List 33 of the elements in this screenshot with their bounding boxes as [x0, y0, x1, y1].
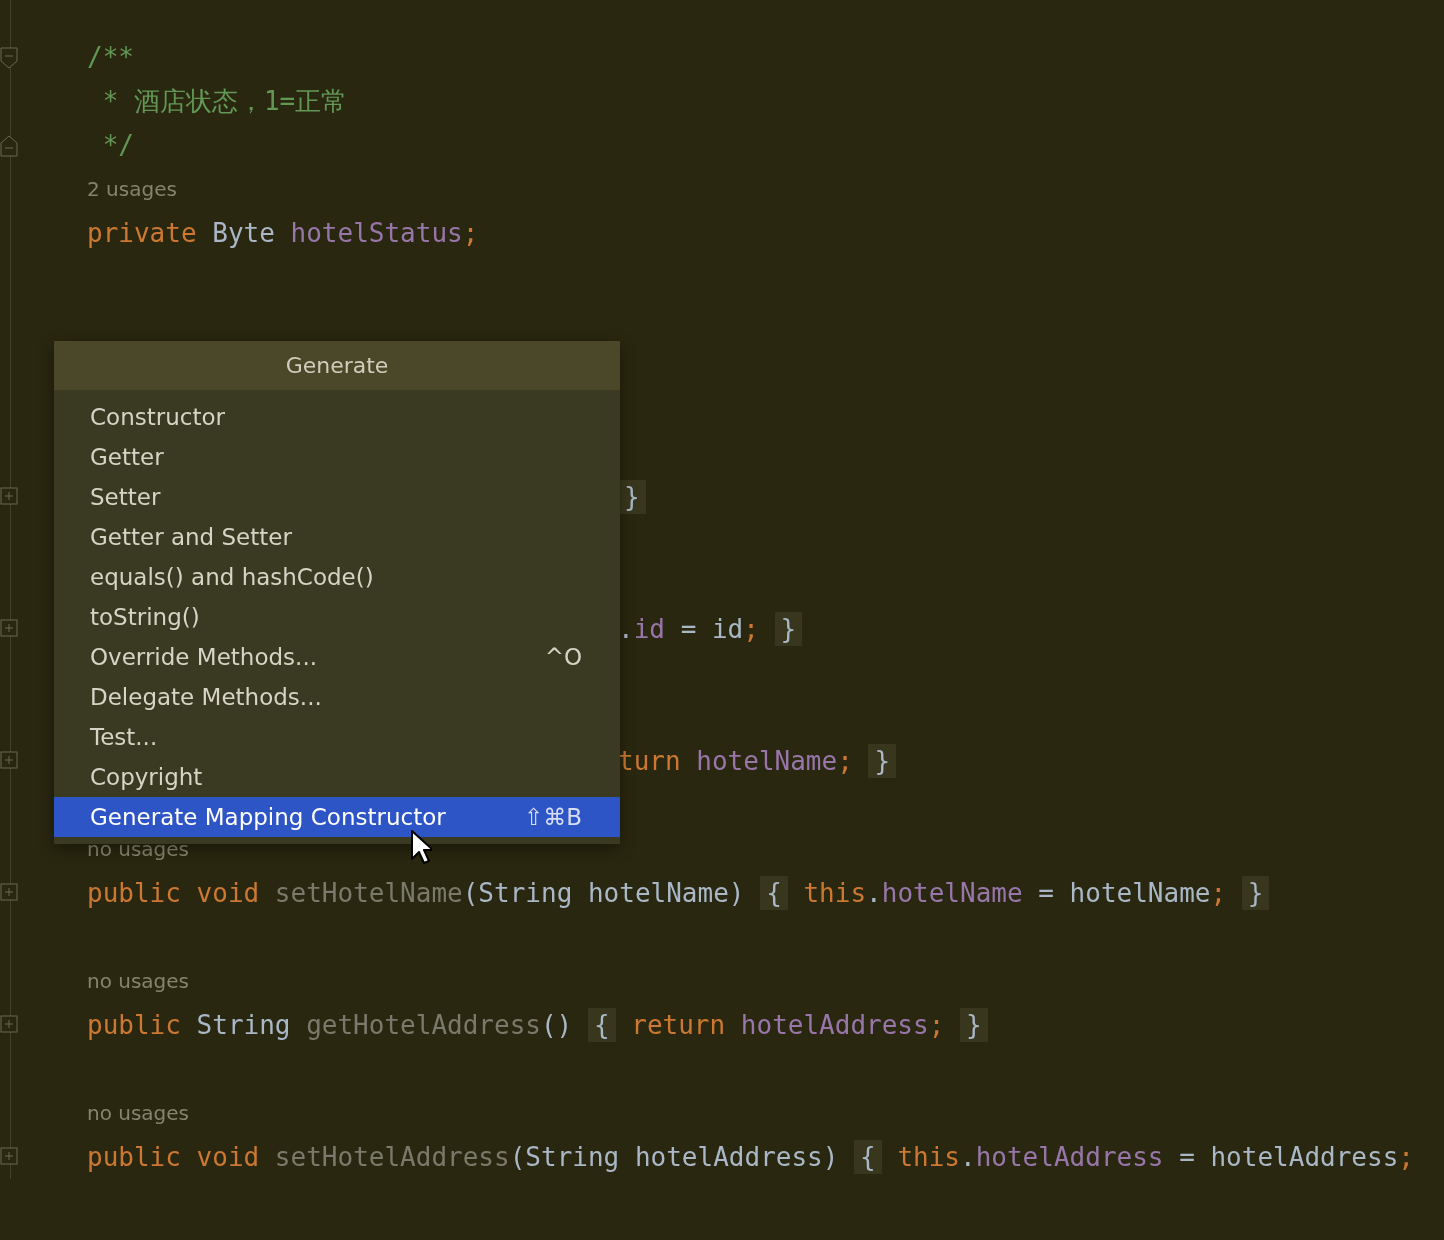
code-line: /**: [87, 41, 134, 74]
expand-icon[interactable]: [0, 1147, 18, 1165]
menu-item[interactable]: equals() and hashCode(): [54, 557, 620, 597]
menu-item[interactable]: Generate Mapping Constructor ⇧⌘B: [54, 797, 620, 837]
menu-item[interactable]: Delegate Methods...: [54, 677, 620, 717]
fold-icon[interactable]: [0, 135, 18, 157]
fold-icon[interactable]: [0, 47, 18, 69]
expand-icon[interactable]: [0, 619, 18, 637]
code-line: public void setHotelName(String hotelName) { this.hotelName = hotelName; }: [87, 876, 1270, 910]
menu-item[interactable]: Getter and Setter: [54, 517, 620, 557]
code-line: private Byte hotelStatus;: [87, 217, 479, 250]
expand-icon[interactable]: [0, 1015, 18, 1033]
expand-icon[interactable]: [0, 883, 18, 901]
expand-icon[interactable]: [0, 751, 18, 769]
menu-item[interactable]: Constructor: [54, 397, 620, 437]
usage-hint[interactable]: no usages: [87, 969, 190, 993]
menu-item[interactable]: Getter: [54, 437, 620, 477]
usage-hint[interactable]: no usages: [87, 1101, 190, 1125]
code-line: .id = id; }: [618, 612, 803, 646]
code-line: * 酒店状态，1=正常: [101, 85, 348, 118]
menu-item[interactable]: Setter: [54, 477, 620, 517]
usage-hint[interactable]: 2 usages: [87, 177, 177, 201]
code-line: turn hotelName; }: [618, 744, 897, 778]
menu-item[interactable]: Override Methods... ^O: [54, 637, 620, 677]
popup-title: Generate: [285, 353, 389, 378]
menu-item[interactable]: Copyright: [54, 757, 620, 797]
code-line: public void setHotelAddress(String hotelAddress) { this.hotelAddress = hotelAddress;: [87, 1140, 1414, 1174]
menu-item[interactable]: toString(): [54, 597, 620, 637]
code-line: */: [101, 129, 134, 162]
pointer-cursor-icon: [410, 829, 432, 865]
code-line: public String getHotelAddress() { return hotelAddress; }: [87, 1008, 988, 1042]
expand-icon[interactable]: [0, 487, 18, 505]
menu-item[interactable]: Test...: [54, 717, 620, 757]
